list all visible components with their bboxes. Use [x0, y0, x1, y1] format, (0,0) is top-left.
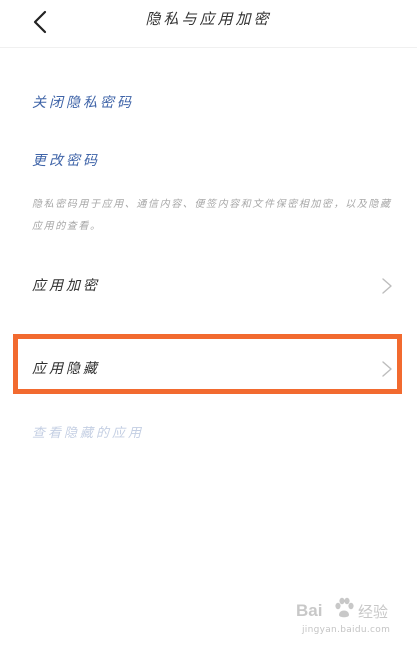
watermark-brand: Bai	[296, 601, 323, 620]
change-password-link[interactable]: 更改密码	[32, 150, 100, 170]
paw-icon	[335, 597, 354, 618]
chevron-right-icon	[382, 278, 392, 294]
screen: 隐私与应用加密 关闭隐私密码 更改密码 隐私密码用于应用、通信内容、便签内容和文…	[0, 0, 417, 655]
page-title: 隐私与应用加密	[145, 10, 272, 28]
watermark-url: jingyan.baidu.com	[302, 625, 391, 635]
app-encryption-label: 应用加密	[32, 278, 100, 294]
privacy-description: 隐私密码用于应用、通信内容、便签内容和文件保密相加密，以及隐藏应用的查看。	[32, 199, 392, 232]
watermark-suffix: 经验	[358, 603, 389, 621]
header: 隐私与应用加密	[0, 0, 417, 46]
close-privacy-password-link[interactable]: 关闭隐私密码	[32, 92, 134, 112]
highlight-box	[13, 334, 402, 394]
view-hidden-apps-link[interactable]: 查看隐藏的应用	[32, 422, 144, 441]
app-encryption-row[interactable]: 应用加密	[18, 260, 404, 312]
header-divider	[0, 47, 417, 48]
baidu-jingyan-watermark: Bai 经验 jingyan.baidu.com	[296, 595, 406, 645]
